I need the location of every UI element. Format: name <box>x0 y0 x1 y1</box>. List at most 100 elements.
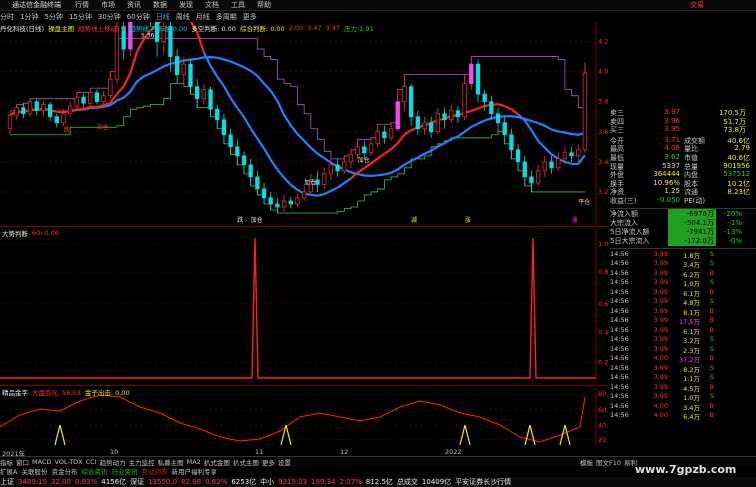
candle-body <box>7 114 13 130</box>
tick-volume: 4.5万 <box>683 384 700 393</box>
indicator-tab[interactable]: 趋势动力 <box>100 457 126 467</box>
ma-short-segment <box>222 85 232 99</box>
tick-volume: 37.2万 <box>679 356 700 365</box>
timeframe-tab[interactable]: 月线 <box>196 12 210 22</box>
order-price: 3.97 <box>664 108 680 116</box>
candle-body <box>348 153 354 163</box>
legend-item: 综合判断: 0.00 <box>239 25 285 33</box>
ma-short-segment <box>470 107 479 112</box>
tick-time: 14:56 <box>610 259 629 268</box>
y-tick-label: 0.60 <box>598 300 608 308</box>
menu-item[interactable]: 数据 <box>153 0 167 10</box>
info-tab[interactable]: 互动问答 <box>141 466 167 476</box>
candle-body <box>529 176 534 184</box>
menu-item[interactable]: 资讯 <box>127 0 141 10</box>
timeframe-tab[interactable]: 周线 <box>176 12 190 22</box>
timeframe-tab[interactable]: 15分钟 <box>69 12 92 22</box>
quote-stats: 今开 3.71 成交额 40.6亿 最高 4.06 量比 2.79 最低 3.62 市值 40.6亿现… <box>610 136 756 205</box>
timeframe-tab[interactable]: 多周期 <box>216 12 237 22</box>
tick-price: 3.99 <box>653 259 668 268</box>
order-price: 3.95 <box>664 125 680 134</box>
info-tab[interactable]: 综合资讯 <box>81 466 107 476</box>
ma-short-segment <box>290 183 299 191</box>
status-item: 189.34 <box>311 478 336 486</box>
timeframe-tab[interactable]: 1分钟 <box>20 12 38 22</box>
menu-item[interactable]: 发现 <box>179 0 193 10</box>
info-tab[interactable]: 行业资讯 <box>111 466 137 476</box>
indicator-tab[interactable]: VOL-TDX <box>54 458 82 466</box>
candle-body <box>542 161 547 172</box>
ma-short-segment <box>122 72 132 87</box>
status-item: 0.62% <box>205 478 228 486</box>
timeframe-tab[interactable]: 30分钟 <box>98 12 121 22</box>
indicator-tab[interactable]: 窗口 <box>16 457 29 467</box>
indicator-tab[interactable]: MACD <box>32 458 51 466</box>
main-chart-panel[interactable]: 4.204.003.803.603.403.205.36跌跌加仓加仓加仓加仓减涨… <box>0 0 612 227</box>
indicator-tab[interactable]: 设置 <box>278 457 291 467</box>
candle-body <box>322 173 327 185</box>
x-tick-label: 12 <box>340 448 349 456</box>
tick-row: 14:56 4.00 37.2万 B <box>610 354 756 364</box>
high-price-label: 5.36 <box>141 33 155 40</box>
candle-body <box>241 155 247 166</box>
timeframe-tab[interactable]: 更多 <box>243 12 257 22</box>
info-tab[interactable]: 扩展A <box>0 466 17 476</box>
status-item: 82.98 <box>181 478 202 486</box>
candle-body <box>114 26 120 80</box>
ma-short-segment <box>377 152 386 160</box>
x-tick-label: 10 <box>110 448 119 456</box>
timeframe-tab[interactable]: 日线 <box>156 12 170 22</box>
menu-item[interactable]: 市场 <box>101 0 115 10</box>
candle-body <box>275 203 280 208</box>
timeframe-tab[interactable]: 60分钟 <box>127 12 150 22</box>
timeframe-tab[interactable]: 分时 <box>0 12 14 22</box>
candle-body <box>388 128 394 139</box>
candle-body <box>201 89 207 100</box>
candle-body <box>68 105 73 115</box>
trade-button[interactable]: 交易 <box>690 0 704 10</box>
y-tick-label: 1.00 <box>598 240 608 248</box>
ma-short-segment <box>317 193 325 197</box>
gold-signal-panel[interactable]: 80.00 60.00 40.00 20.00 精品金字 大盘变化: 56.53 金子… <box>0 387 617 447</box>
tick-volume: 8.2万 <box>683 365 700 374</box>
indicator-tab[interactable]: 更多 <box>262 457 275 467</box>
candlestick-chart[interactable]: 4.204.003.803.603.403.205.36跌跌加仓加仓加仓加仓减涨… <box>0 0 612 227</box>
y-tick-label: 40.00 <box>598 421 608 429</box>
info-tab[interactable]: 新用户福利专享 <box>171 466 217 476</box>
candle-body <box>408 86 414 118</box>
info-tab[interactable]: 关联股份 <box>21 466 47 476</box>
timeframe-tab[interactable]: 5分钟 <box>44 12 62 22</box>
stat-label: 现量 <box>610 162 624 171</box>
status-item: 0.93% <box>75 478 98 486</box>
tick-price: 4.00 <box>653 401 668 410</box>
date-axis: 2021年 10 11 12 2022 <box>0 447 608 458</box>
right-tab[interactable]: 图文F10 <box>596 457 621 467</box>
right-tab[interactable]: 模板 <box>580 457 593 467</box>
indicator-tab[interactable]: 主力监控 <box>129 457 155 467</box>
candle-body <box>21 107 26 115</box>
fund-flow: 净流入额 -6976万 -20% 大宗流入 -504.1万 -1% 5日净流入额 -7941万… <box>610 207 756 247</box>
status-item: 10409亿 <box>421 478 452 486</box>
indicator-tab[interactable]: 私募主图 <box>158 457 184 467</box>
flow-percent: -20% <box>723 210 742 219</box>
stat-value: 364444 <box>653 170 680 179</box>
menu-item[interactable]: 文档 <box>205 0 219 10</box>
info-tab[interactable]: 资金分布 <box>51 466 77 476</box>
market-judgement-panel[interactable]: 1.00 0.80 0.60 0.40 0.20 大势判断 60: 0.00 <box>0 228 612 386</box>
menu-item[interactable]: 工具 <box>231 0 245 10</box>
menu-item[interactable]: 行情 <box>75 0 89 10</box>
indicator-tab[interactable]: 扒式主图 <box>233 457 259 467</box>
tick-price: 3.99 <box>653 306 668 315</box>
indicator-tab[interactable]: 指标 <box>0 457 13 467</box>
indicator-tab[interactable]: 扒式金图 <box>204 457 230 467</box>
tick-price: 3.99 <box>653 392 668 401</box>
status-item: 2.07% <box>339 478 362 486</box>
indicator-tab[interactable]: CCI <box>86 458 97 466</box>
candle-body <box>422 122 427 130</box>
candle-body <box>255 176 260 190</box>
menu-item[interactable]: 帮助 <box>257 0 271 10</box>
ma-short-segment <box>577 154 586 165</box>
status-item: 4156亿 <box>101 478 127 486</box>
indicator-tab[interactable]: MA2 <box>187 458 201 466</box>
ma-short-segment <box>330 186 339 192</box>
